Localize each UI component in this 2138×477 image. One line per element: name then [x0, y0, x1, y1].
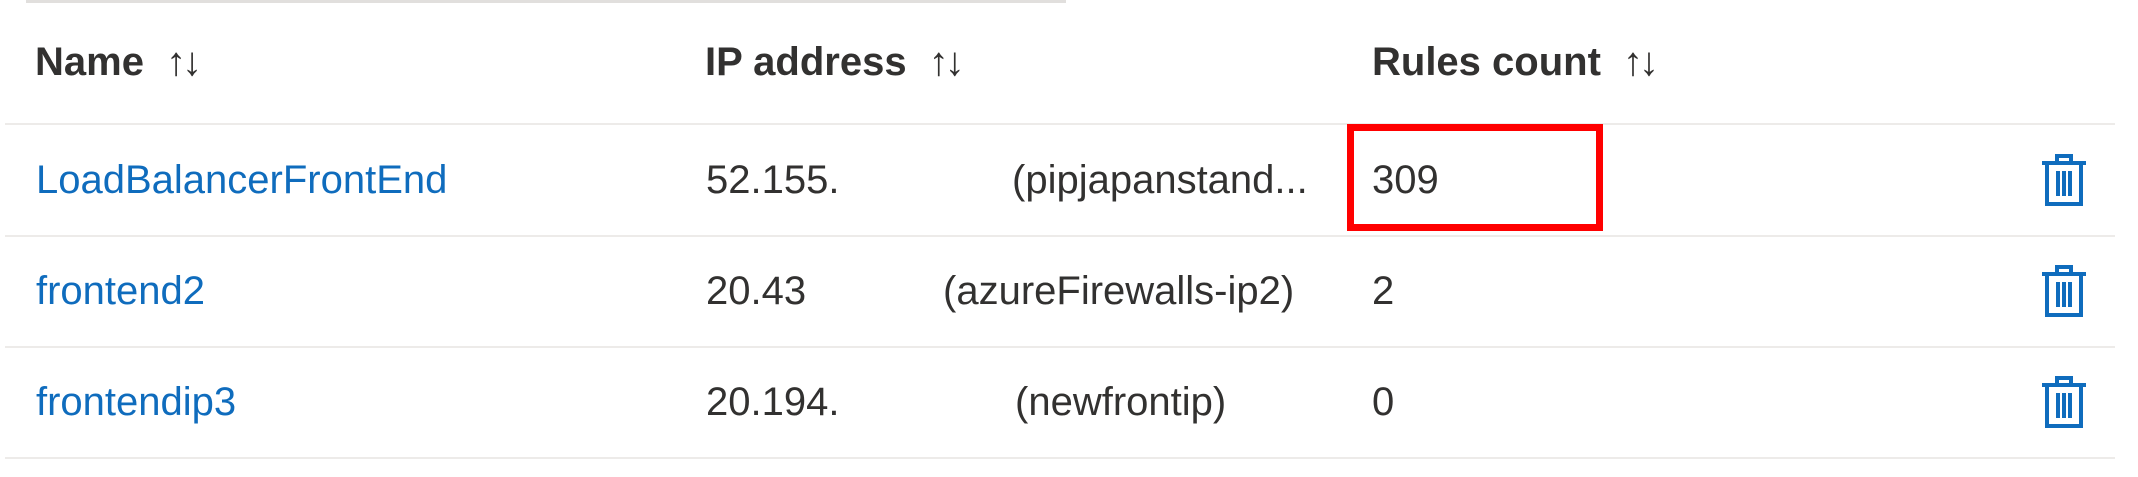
public-ip-name: (pipjapanstand...: [1012, 157, 1308, 202]
column-header-ip-address[interactable]: IP address ↑↓: [705, 34, 965, 90]
rules-count-value: 2: [1372, 268, 1395, 313]
trash-icon[interactable]: [2039, 152, 2089, 208]
table-row: LoadBalancerFrontEnd 52.155. (pipjapanst…: [5, 125, 2115, 237]
column-header-name[interactable]: Name ↑↓: [35, 34, 202, 90]
trash-icon[interactable]: [2039, 263, 2089, 319]
table-row: frontend2 20.43 (azureFirewalls-ip2) 2: [5, 236, 2115, 348]
frontend-name-link[interactable]: frontendip3: [36, 347, 236, 457]
table-header: Name ↑↓ IP address ↑↓ Rules count ↑↓: [5, 0, 2115, 125]
ip-address-value: 52.155.: [706, 157, 840, 202]
column-header-label: Name: [35, 39, 144, 84]
public-ip-name: (azureFirewalls-ip2): [943, 268, 1295, 313]
sort-icon[interactable]: ↑↓: [929, 40, 965, 85]
ip-address-value: 20.43: [706, 268, 807, 313]
column-header-rules-count[interactable]: Rules count ↑↓: [1372, 34, 1659, 90]
rules-count-value: 0: [1372, 379, 1395, 424]
sort-icon[interactable]: ↑↓: [166, 40, 202, 85]
ip-address-value: 20.194.: [706, 379, 840, 424]
public-ip-name: (newfrontip): [1015, 379, 1227, 424]
column-header-label: Rules count: [1372, 39, 1601, 84]
column-header-label: IP address: [705, 39, 907, 84]
table-row: frontendip3 20.194. (newfrontip) 0: [5, 347, 2115, 459]
sort-icon[interactable]: ↑↓: [1623, 40, 1659, 85]
frontend-name-link[interactable]: LoadBalancerFrontEnd: [36, 125, 447, 235]
trash-icon[interactable]: [2039, 374, 2089, 430]
rules-count-value: 309: [1372, 157, 1439, 202]
frontend-name-link[interactable]: frontend2: [36, 236, 205, 346]
